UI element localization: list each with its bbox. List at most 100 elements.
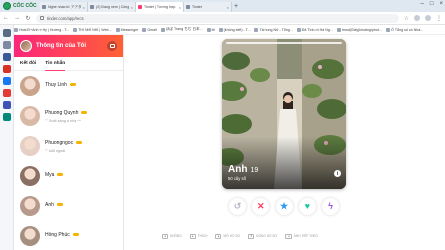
tab-favicon-icon [186,5,190,9]
key-up-icon: ▴ [215,233,222,239]
profile-name: Anh [228,164,248,175]
new-tab-button[interactable]: + [232,3,240,10]
key-space-icon: ⇥ [285,233,292,239]
address-bar: ← → ↻ tinder.com/app/recs ☆ ⋮ [0,12,445,25]
bookmark-favicon-icon [385,27,390,32]
profile-icon[interactable] [425,15,431,21]
bookmark-item[interactable]: ほぼ Trang ちぢ 日本... [160,27,203,32]
browser-brand[interactable]: CỐC CỐC [0,0,40,12]
tab-matches[interactable]: Kết đôi [20,57,36,71]
conversation-item[interactable]: Hồng Phúc [14,221,123,250]
bookmark-item[interactable]: Gmail [142,27,157,32]
minimize-icon[interactable]: – [421,1,424,7]
bookmark-item[interactable]: Tài tung Nữ - Tổng... [254,27,293,32]
maximize-icon[interactable]: □ [430,1,434,7]
tasks-icon[interactable] [3,101,11,109]
forward-icon[interactable]: → [14,15,20,21]
messenger-icon [115,27,120,32]
menu-icon[interactable]: ⋮ [436,15,442,22]
url-text: tinder.com/app/recs [47,15,84,21]
matches-sidebar: Thông tin của Tôi Kết đôi Tin nhắn Thuy … [14,35,124,250]
bookmark-item[interactable]: ttt [206,27,215,32]
super-like-button[interactable]: ★ [275,197,293,215]
bookmark-item[interactable]: THI NHÌ NHÍ | Web... [73,27,112,32]
bookmark-favicon-icon [218,27,223,32]
hint-like: ▸ THÍCH [189,233,207,239]
messenger-icon[interactable] [3,77,11,85]
bookmark-favicon-icon [206,27,211,32]
url-field[interactable]: tinder.com/app/recs [36,13,399,23]
tab-title: (2) Đang xem | Cống sức đ... [96,5,129,9]
briefcase-icon[interactable] [107,41,117,51]
conversation-item[interactable]: Anh [14,191,123,221]
browser-tab[interactable]: (2) Đang xem | Cống sức đ...× [88,2,136,12]
rewind-button[interactable]: ↺ [229,197,246,215]
profile-age: 19 [250,167,259,174]
browser-tab[interactable]: Nghe nhạc từ アアタ...× [40,2,88,12]
gmail-icon [142,27,147,32]
history-icon[interactable] [3,41,11,49]
tab-messages[interactable]: Tin nhắn [45,57,66,71]
bookmark-item[interactable]: Ở Tổng số có Nhà... [385,27,423,32]
avatar [20,76,40,96]
tab-title: Nghe nhạc từ アアタ... [48,4,81,9]
tab-title: Tinder [192,5,203,9]
avatar [20,136,40,156]
browser-tab-active[interactable]: Tinder | Tương hợp. Trò chuyện.× [136,2,184,12]
conversation-name: Hồng Phúc [45,231,70,238]
window-controls: – □ × [421,1,443,7]
bookmark-favicon-icon [14,27,18,32]
bookmark-favicon-icon [336,27,341,32]
conversation-item[interactable]: Thuy Linh [14,71,123,101]
browser-tab[interactable]: Tinder × [184,2,232,12]
photo-progress [226,42,342,44]
bookmark-item[interactable]: Hoai Đ+Anh ≡ Hy | Hướng - T... [14,27,69,32]
bookmark-item[interactable]: tmod|Giấy|khoảng/phút... [336,27,382,32]
bookmark-favicon-icon [73,27,78,32]
conversation-preview: "" Xuất sáng a nha ^^ [45,118,82,123]
tab-title: Tinder | Tương hợp. Trò chuyện. [144,5,177,9]
key-down-icon: ▾ [248,233,255,239]
facebook-icon[interactable] [3,53,11,61]
bookmark-favicon-icon [296,27,301,32]
key-right-icon: ▸ [189,233,196,239]
conversation-name: Mya [45,171,55,178]
info-icon[interactable]: i [334,170,341,177]
bookmark-star-icon[interactable]: ☆ [404,15,409,22]
boost-button[interactable]: ϟ [322,197,339,215]
conversation-item[interactable]: Phuong Quynh "" Xuất sáng a nha ^^ [14,101,123,131]
avatar [20,226,40,246]
tab-close-icon[interactable]: × [131,5,133,10]
badge-icon [81,111,88,114]
profile-card[interactable]: Anh 19 50 cây số i [222,39,346,189]
tab-close-icon[interactable]: × [227,5,229,10]
card-info: Anh 19 50 cây số [228,164,258,181]
browser-tab-bar: CỐC CỐC Nghe nhạc từ アアタ...× (2) Đang xe… [0,0,445,12]
back-icon[interactable]: ← [3,15,9,21]
conversation-name: Thuy Linh [45,81,67,88]
bookmark-favicon-icon [254,27,259,32]
like-button[interactable]: ♥ [298,197,316,215]
extension-icon[interactable] [414,15,420,21]
close-window-icon[interactable]: × [439,1,443,7]
notes-icon[interactable] [3,113,11,121]
bookmark-favicon-icon [160,27,165,32]
reload-icon[interactable]: ↻ [25,15,31,22]
settings-icon[interactable] [3,29,11,37]
conversation-item[interactable]: Phuongngoc "" tuổi ngoài [14,131,123,161]
bookmark-item[interactable]: Messenger [115,27,138,32]
tab-close-icon[interactable]: × [83,5,85,10]
my-profile-link[interactable]: Thông tin của Tôi [36,43,103,49]
bookmark-item[interactable]: Đã Tình ơi Hà Ng... [296,27,333,32]
lock-icon [40,16,44,20]
youtube-icon[interactable] [3,65,11,73]
bookmark-item[interactable]: (không biết) - T... [218,27,250,32]
tab-close-icon[interactable]: × [179,5,181,10]
hint-open-profile: ▴ MỞ HỒ SƠ [215,233,240,239]
sidebar-header: Thông tin của Tôi [14,35,123,57]
conversation-item[interactable]: Mya [14,161,123,191]
mail-icon[interactable] [3,89,11,97]
nope-button[interactable]: ✕ [252,197,270,215]
avatar [20,196,40,216]
my-avatar[interactable] [20,40,32,52]
